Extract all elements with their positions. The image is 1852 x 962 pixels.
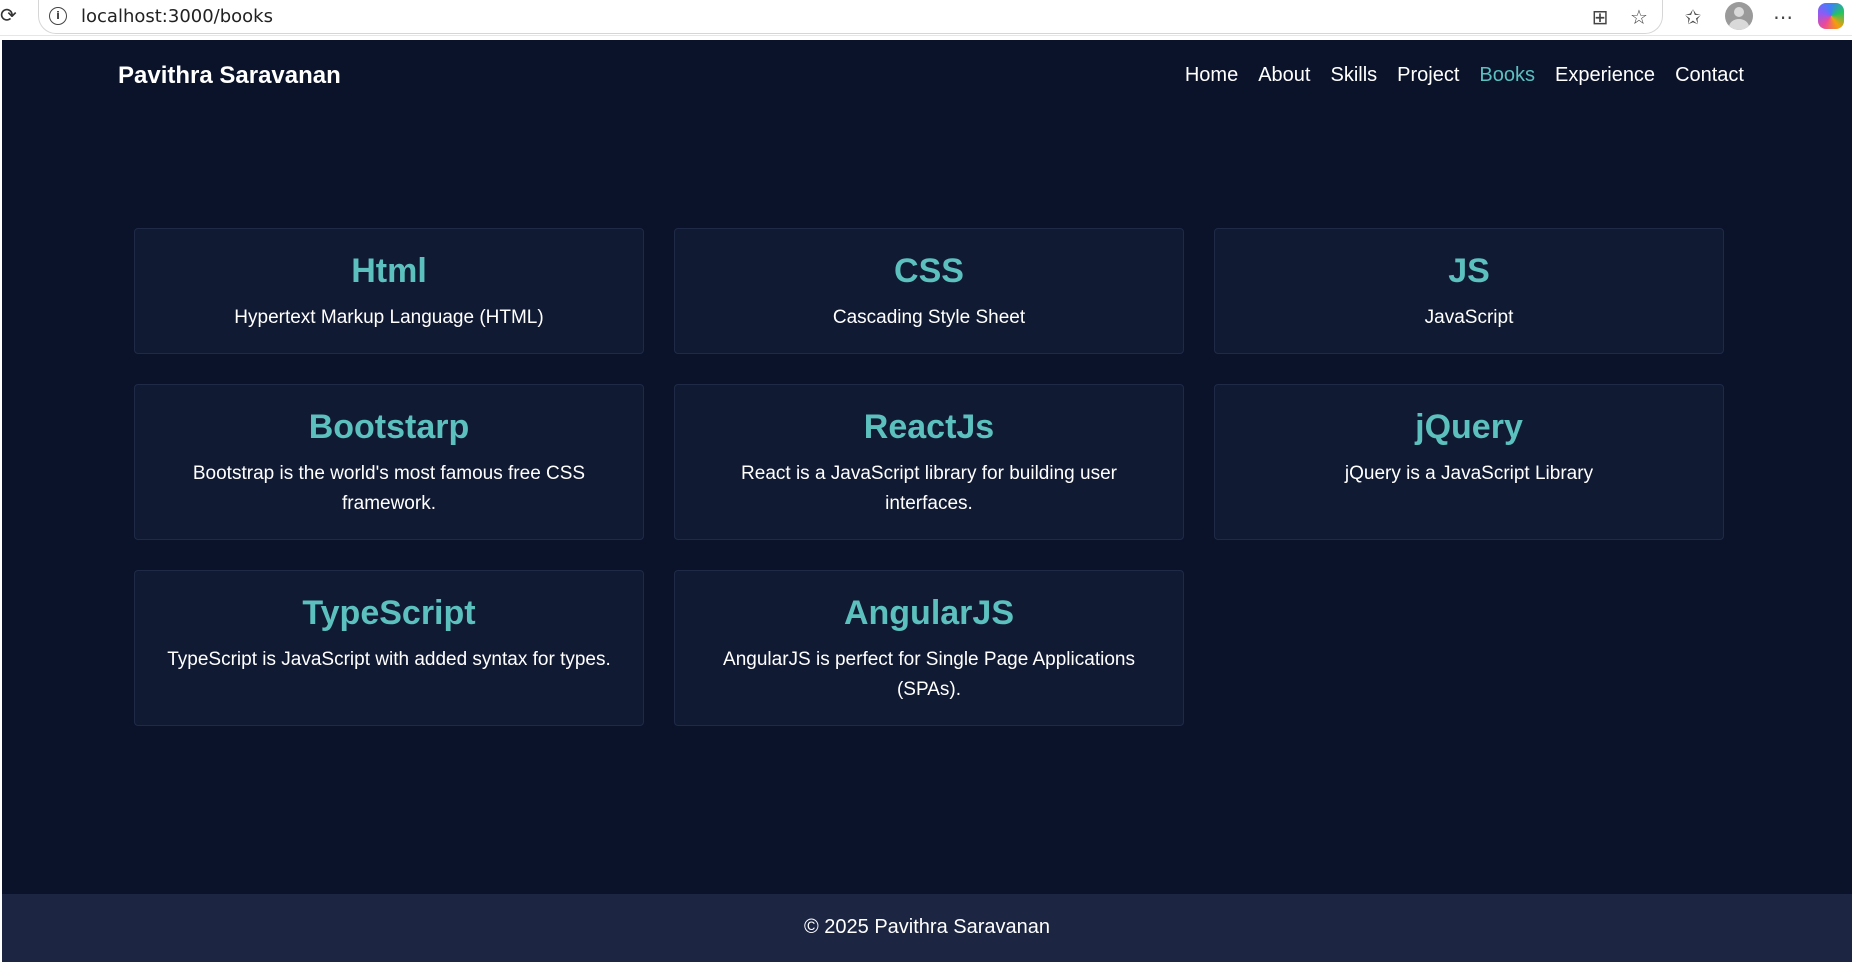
book-title: CSS: [894, 252, 964, 290]
address-bar[interactable]: i localhost:3000/books: [38, 0, 1663, 34]
book-card: JS JavaScript: [1214, 228, 1724, 354]
book-description: TypeScript is JavaScript with added synt…: [167, 649, 611, 670]
nav-link-books[interactable]: Books: [1479, 64, 1535, 87]
book-card: jQuery jQuery is a JavaScript Library: [1214, 384, 1724, 540]
book-title: AngularJS: [843, 594, 1015, 632]
book-cards: Html Hypertext Markup Language (HTML) CSS C…: [134, 228, 1726, 726]
nav-link-about[interactable]: About: [1258, 64, 1310, 87]
browser-toolbar: ⟳ i localhost:3000/books ⊞ ☆ ✩ ⋯: [0, 0, 1852, 36]
apps-icon[interactable]: ⊞: [1588, 5, 1612, 29]
book-card: Bootstarp Bootstrap is the world's most f…: [134, 384, 644, 540]
nav-links: Home About Skills Project Books Experience Con…: [1185, 64, 1744, 87]
book-card: AngularJS AngularJS is perfect for Single…: [674, 570, 1184, 726]
book-card: CSS Cascading Style Sheet: [674, 228, 1184, 354]
book-description: Bootstrap is the world's most famous fre…: [192, 463, 586, 514]
favorites-icon[interactable]: ✩: [1681, 5, 1705, 29]
star-icon[interactable]: ☆: [1627, 5, 1651, 29]
nav-link-skills[interactable]: Skills: [1330, 64, 1377, 87]
book-title: JS: [1448, 252, 1490, 290]
book-title: TypeScript: [302, 594, 476, 632]
more-icon[interactable]: ⋯: [1771, 5, 1795, 29]
book-card: ReactJs React is a JavaScript library for…: [674, 384, 1184, 540]
book-description: AngularJS is perfect for Single Page App…: [723, 649, 1135, 700]
book-description: React is a JavaScript library for buildi…: [741, 463, 1117, 514]
brand-name[interactable]: Pavithra Saravanan: [118, 62, 341, 90]
book-description: jQuery is a JavaScript Library: [1344, 463, 1594, 484]
book-description: JavaScript: [1424, 307, 1514, 328]
nav-link-home[interactable]: Home: [1185, 64, 1238, 87]
footer: © 2025 Pavithra Saravanan: [2, 894, 1852, 962]
info-icon[interactable]: i: [49, 7, 67, 25]
nav-link-project[interactable]: Project: [1397, 64, 1459, 87]
navbar: Pavithra Saravanan Home About Skills Projec…: [2, 40, 1852, 112]
profile-icon[interactable]: [1725, 2, 1753, 30]
page: Pavithra Saravanan Home About Skills Projec…: [2, 40, 1852, 962]
url-text[interactable]: localhost:3000/books: [81, 6, 273, 27]
footer-copyright: © 2025 Pavithra Saravanan: [803, 916, 1050, 938]
book-card: Html Hypertext Markup Language (HTML): [134, 228, 644, 354]
book-description: Hypertext Markup Language (HTML): [234, 307, 544, 328]
reload-icon[interactable]: ⟳: [0, 6, 20, 26]
book-title: Bootstarp: [308, 408, 470, 446]
book-description: Cascading Style Sheet: [832, 307, 1026, 328]
copilot-icon[interactable]: [1818, 3, 1844, 29]
nav-link-contact[interactable]: Contact: [1675, 64, 1744, 87]
nav-link-experience[interactable]: Experience: [1555, 64, 1655, 87]
book-title: ReactJs: [863, 408, 995, 446]
book-card: TypeScript TypeScript is JavaScript with …: [134, 570, 644, 726]
book-title: Html: [351, 252, 427, 290]
book-title: jQuery: [1415, 408, 1523, 446]
